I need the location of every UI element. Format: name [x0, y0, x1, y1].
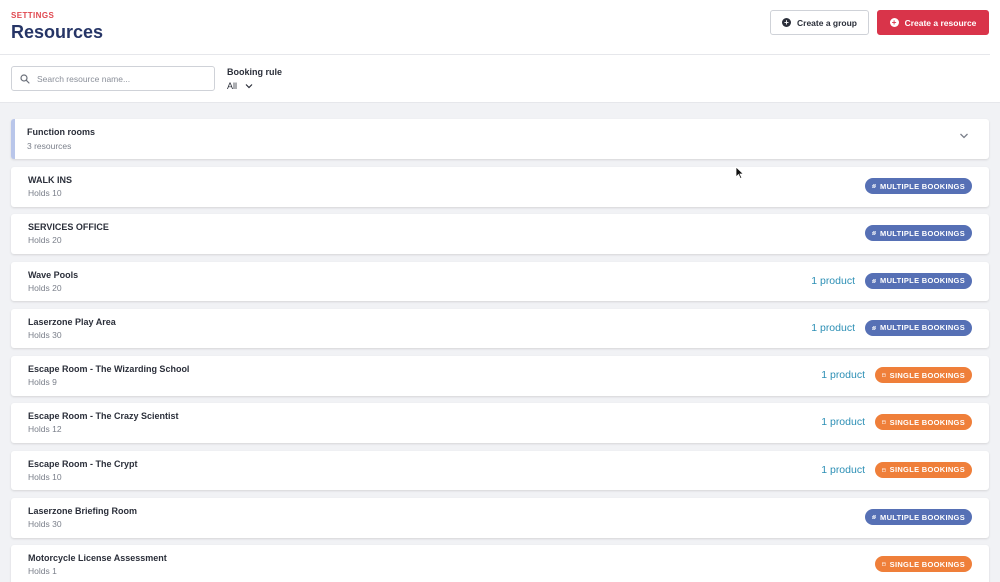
single-bookings-badge: SINGLE BOOKINGS [875, 414, 972, 431]
copy-icon [872, 515, 877, 520]
single-bookings-badge: SINGLE BOOKINGS [875, 367, 972, 384]
resource-meta: MULTIPLE BOOKINGS [865, 225, 972, 242]
create-group-button[interactable]: + Create a group [770, 10, 869, 35]
resource-row[interactable]: Motorcycle License Assessment Holds 1 SING… [11, 545, 989, 582]
booking-rule-label: Booking rule [227, 67, 283, 77]
multiple-bookings-badge: MULTIPLE BOOKINGS [865, 319, 972, 336]
resource-capacity: Holds 20 [28, 235, 62, 246]
resource-meta: MULTIPLE BOOKINGS [865, 509, 972, 526]
resource-row[interactable]: Laserzone Briefing Room Holds 30 MULTIPLE … [11, 498, 989, 538]
resource-capacity: Holds 30 [28, 329, 62, 340]
copy-icon [872, 326, 877, 330]
booking-rule-select[interactable]: All [227, 81, 253, 91]
product-count-link[interactable]: 1 product [811, 322, 855, 334]
calendar-icon [882, 420, 886, 425]
chevron-down-icon [245, 84, 253, 89]
resource-name: Wave Pools [28, 269, 79, 280]
search-icon [20, 73, 30, 84]
breadcrumb-settings[interactable]: SETTINGS [11, 11, 54, 20]
resource-name: Escape Room - The Wizarding School [28, 364, 190, 375]
calendar-icon [882, 562, 886, 567]
create-resource-button[interactable]: + Create a resource [877, 10, 989, 35]
search-box[interactable] [11, 66, 215, 91]
multiple-bookings-badge: MULTIPLE BOOKINGS [865, 225, 972, 242]
product-count-link[interactable]: 1 product [821, 416, 865, 428]
resource-name: WALK INS [28, 175, 72, 185]
badge-label: MULTIPLE BOOKINGS [880, 323, 965, 333]
resource-capacity: Holds 10 [28, 188, 62, 198]
badge-label: MULTIPLE BOOKINGS [880, 228, 965, 238]
badge-label: SINGLE BOOKINGS [889, 559, 965, 569]
page-title: Resources [11, 22, 104, 42]
copy-icon [872, 231, 877, 236]
group-count: 3 resources [27, 141, 72, 151]
chevron-down-icon[interactable] [959, 132, 969, 140]
single-bookings-badge: SINGLE BOOKINGS [875, 556, 972, 573]
resource-name: Escape Room - The Crypt [28, 458, 138, 469]
resource-row[interactable]: SERVICES OFFICE Holds 20 MULTIPLE BOOKINGS [11, 214, 989, 254]
resource-meta: 1 product MULTIPLE BOOKINGS [811, 272, 972, 289]
page-header: SETTINGS Resources + Create a group + Cr… [0, 0, 1000, 103]
resource-meta: 1 product SINGLE BOOKINGS [821, 414, 972, 431]
badge-label: SINGLE BOOKINGS [889, 465, 965, 475]
badge-label: SINGLE BOOKINGS [889, 370, 965, 380]
resource-capacity: Holds 1 [28, 566, 57, 577]
badge-label: SINGLE BOOKINGS [889, 417, 965, 427]
resource-row[interactable]: WALK INS Holds 10 MULTIPLE BOOKINGS [11, 167, 989, 207]
badge-label: MULTIPLE BOOKINGS [880, 181, 965, 191]
resource-row[interactable]: Escape Room - The Crazy Scientist Holds 1… [11, 403, 989, 443]
resource-capacity: Holds 12 [28, 424, 62, 435]
copy-icon [872, 184, 877, 188]
mouse-cursor-icon [735, 166, 745, 180]
group-card-function-rooms[interactable]: Function rooms 3 resources [11, 119, 989, 159]
resource-capacity: Holds 20 [28, 282, 62, 293]
resource-name: Escape Room - The Crazy Scientist [28, 411, 179, 422]
plus-circle-icon: + [889, 18, 899, 27]
resource-row[interactable]: Escape Room - The Crypt Holds 10 1 product… [11, 450, 989, 491]
plus-circle-icon: + [782, 18, 791, 27]
group-name: Function rooms [27, 127, 95, 137]
copy-icon [872, 278, 877, 283]
badge-label: MULTIPLE BOOKINGS [880, 276, 965, 286]
resource-capacity: Holds 30 [28, 519, 62, 530]
booking-rule-value: All [227, 81, 238, 91]
resource-name: Laserzone Briefing Room [28, 506, 138, 517]
multiple-bookings-badge: MULTIPLE BOOKINGS [865, 509, 972, 526]
resource-meta: SINGLE BOOKINGS [875, 556, 972, 573]
resource-capacity: Holds 9 [28, 377, 57, 388]
single-bookings-badge: SINGLE BOOKINGS [875, 461, 972, 478]
product-count-link[interactable]: 1 product [811, 275, 855, 287]
create-group-label: Create a group [797, 17, 857, 28]
resource-rows: WALK INS Holds 10 MULTIPLE BOOKINGS SERVICE… [11, 167, 989, 582]
calendar-icon [882, 468, 886, 472]
resource-row[interactable]: Wave Pools Holds 20 1 product MULTIPLE BOOK… [11, 261, 989, 302]
calendar-icon [882, 373, 886, 377]
multiple-bookings-badge: MULTIPLE BOOKINGS [865, 178, 972, 194]
resource-meta: 1 product SINGLE BOOKINGS [821, 367, 972, 384]
resource-row[interactable]: Laserzone Play Area Holds 30 1 product MULT… [11, 308, 989, 349]
product-count-link[interactable]: 1 product [821, 369, 865, 381]
resource-meta: 1 product SINGLE BOOKINGS [821, 461, 972, 478]
resource-name: Motorcycle License Assessment [28, 553, 167, 564]
resource-list: Function rooms 3 resources WALK INS Holds… [11, 119, 989, 582]
resource-name: SERVICES OFFICE [28, 222, 109, 233]
multiple-bookings-badge: MULTIPLE BOOKINGS [865, 272, 972, 289]
resource-name: Laserzone Play Area [28, 316, 116, 327]
search-input[interactable] [37, 73, 207, 84]
product-count-link[interactable]: 1 product [821, 464, 865, 476]
resource-meta: MULTIPLE BOOKINGS [865, 178, 972, 194]
header-divider [0, 54, 990, 55]
create-resource-label: Create a resource [904, 17, 977, 28]
resource-meta: 1 product MULTIPLE BOOKINGS [811, 319, 972, 336]
resource-capacity: Holds 10 [28, 471, 62, 482]
resource-row[interactable]: Escape Room - The Wizarding School Holds … [11, 356, 989, 396]
badge-label: MULTIPLE BOOKINGS [880, 512, 965, 522]
